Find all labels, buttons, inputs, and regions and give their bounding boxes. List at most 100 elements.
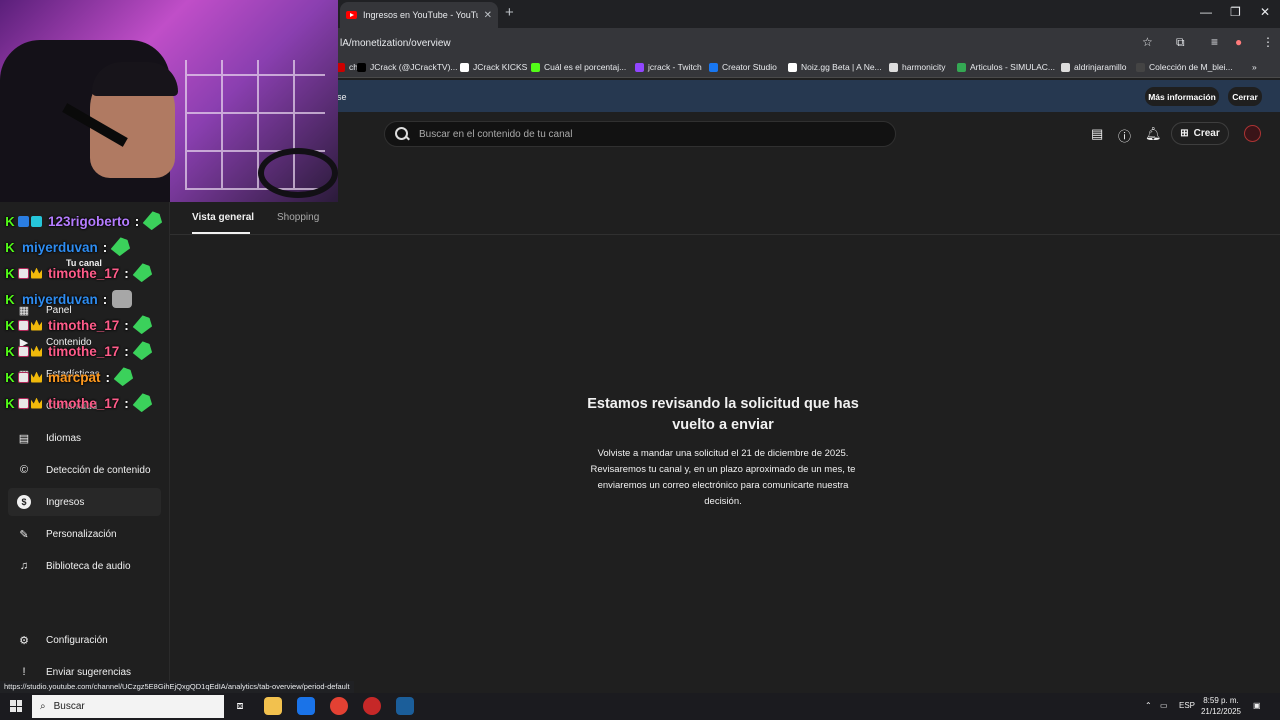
tab-overview[interactable]: Vista general xyxy=(192,212,254,223)
webcam-overlay xyxy=(0,0,338,202)
chat-username: timothe_17 xyxy=(48,265,120,281)
address-bar[interactable]: lA/monetization/overview xyxy=(340,38,451,49)
youtube-favicon-icon xyxy=(346,11,357,19)
taskbar-search-label: Buscar xyxy=(53,701,85,712)
create-button[interactable]: ⊞ Crear xyxy=(1171,122,1229,145)
bookmark-favicon-icon xyxy=(1136,62,1145,72)
chat-separator: : xyxy=(124,343,129,359)
kick-badge-icon: K xyxy=(5,395,15,411)
tray-display-icon[interactable]: ▭ xyxy=(1160,701,1168,710)
content-tabs xyxy=(170,200,1280,235)
chat-message: Kmiyerduvan: xyxy=(4,236,130,258)
browser-menu-icon[interactable]: ⋮ xyxy=(1262,35,1274,49)
clock-date: 21/12/2025 xyxy=(1200,707,1242,716)
bookmark-label: Articulos - SIMULAC... xyxy=(970,62,1056,72)
chat-separator: : xyxy=(105,369,111,385)
kick-badge-icon: K xyxy=(5,291,15,307)
file-explorer-icon[interactable] xyxy=(264,697,282,715)
bookmark-item[interactable]: Creator Studio xyxy=(709,62,777,72)
sidebar-item[interactable]: ▤ Idiomas xyxy=(8,424,161,452)
bookmark-label: Creator Studio xyxy=(722,62,777,72)
bookmark-item[interactable]: JCrack KICKS xyxy=(460,62,527,72)
browser-tab[interactable]: Ingresos en YouTube - YouTube ✕ xyxy=(340,2,498,28)
tab-title: Ingresos en YouTube - YouTube xyxy=(363,10,478,20)
minimize-icon[interactable]: — xyxy=(1200,5,1212,19)
sidebar-item-label: Configuración xyxy=(46,634,108,646)
dollar-icon: $ xyxy=(17,495,31,509)
gear-icon: ⚙ xyxy=(19,634,29,647)
tray-chevron-icon[interactable]: ⌃ xyxy=(1145,701,1152,710)
chat-badge-icon xyxy=(18,345,29,357)
feedback-icon: ! xyxy=(22,666,26,678)
task-view-icon[interactable]: ⧈ xyxy=(231,697,249,715)
info-bar-text: se xyxy=(337,92,347,102)
bookmark-item[interactable]: Colección de M_blei... xyxy=(1136,62,1233,72)
chat-message: Ktimothe_17: xyxy=(4,392,152,414)
taskbar-clock[interactable]: 8:59 p. m. 21/12/2025 xyxy=(1196,695,1246,717)
crown-badge-icon xyxy=(31,319,42,331)
subtitles-header-icon[interactable]: ▤ xyxy=(1091,126,1103,142)
bookmark-item[interactable]: ch xyxy=(336,62,358,72)
help-icon[interactable]: ⓘ xyxy=(1118,126,1131,145)
windows-start-icon[interactable] xyxy=(10,700,22,712)
sidebar-item-label: Ingresos xyxy=(46,496,85,508)
kick-badge-icon: K xyxy=(5,343,15,359)
extensions-icon[interactable]: ⧉ xyxy=(1176,35,1185,50)
notifications-icon[interactable]: ▣ xyxy=(1253,701,1261,710)
bookmark-item[interactable]: jcrack - Twitch xyxy=(635,62,702,72)
outlook-icon[interactable] xyxy=(297,697,315,715)
chat-separator: : xyxy=(102,291,108,307)
taskbar-search[interactable]: ⌕ Buscar xyxy=(32,695,224,718)
notifications-bell-icon[interactable]: 🔔︎ xyxy=(1145,126,1162,142)
bookmark-favicon-icon xyxy=(460,62,469,72)
media-control-icon[interactable]: ≡ xyxy=(1211,35,1218,49)
bookmark-label: jcrack - Twitch xyxy=(648,62,702,72)
new-tab-icon[interactable]: + xyxy=(505,4,514,21)
profile-icon[interactable]: ● xyxy=(1235,35,1242,49)
obs-icon[interactable] xyxy=(363,697,381,715)
bookmark-item[interactable]: Cuál es el porcentaj... xyxy=(531,62,626,72)
bookmark-item[interactable]: aldrinjaramillo xyxy=(1061,62,1126,72)
info-close-button[interactable]: Cerrar xyxy=(1228,87,1262,106)
kick-badge-icon: K xyxy=(5,239,15,255)
bookmark-item[interactable]: harmonicity xyxy=(889,62,945,72)
sidebar-item[interactable]: ⚙ Configuración xyxy=(8,626,161,654)
pickle-emote-icon xyxy=(110,235,133,258)
sidebar-item[interactable]: ✎ Personalización xyxy=(8,520,161,548)
chat-separator: : xyxy=(124,317,129,333)
chat-message: Kmiyerduvan: xyxy=(4,288,133,310)
search-input[interactable]: Buscar en el contenido de tu canal xyxy=(419,129,572,140)
sidebar-item-label: Detección de contenido xyxy=(46,464,151,476)
window-close-icon[interactable]: ✕ xyxy=(1260,5,1270,19)
review-body: Volviste a mandar una solicitud el 21 de… xyxy=(590,448,856,507)
chat-username: marcpat xyxy=(48,369,101,385)
bookmark-item[interactable]: Noiz.gg Beta | A Ne... xyxy=(788,62,882,72)
chat-username: timothe_17 xyxy=(48,395,120,411)
sidebar-item[interactable]: ♫ Biblioteca de audio xyxy=(8,552,161,580)
pickle-emote-icon xyxy=(112,365,135,388)
chat-message: Ktimothe_17: xyxy=(4,314,152,336)
chat-badge-icon xyxy=(18,397,29,409)
restore-icon[interactable]: ❐ xyxy=(1230,5,1241,19)
bookmark-item[interactable]: JCrack (@JCrackTV)... xyxy=(357,62,458,72)
more-info-button[interactable]: Más información xyxy=(1145,87,1219,106)
pickle-emote-icon xyxy=(131,261,154,284)
bookmark-favicon-icon xyxy=(889,62,898,72)
chrome-icon[interactable] xyxy=(330,697,348,715)
steam-icon[interactable] xyxy=(396,697,414,715)
crown-badge-icon xyxy=(31,371,42,383)
more-bookmarks-icon[interactable]: » xyxy=(1252,62,1257,72)
create-video-icon: ⊞ xyxy=(1180,128,1189,139)
bookmark-item[interactable]: Articulos - SIMULAC... xyxy=(957,62,1055,72)
sidebar-item[interactable]: © Detección de contenido xyxy=(8,456,161,484)
tab-close-icon[interactable]: ✕ xyxy=(484,10,492,21)
chat-separator: : xyxy=(102,239,108,255)
bookmark-star-icon[interactable]: ☆ xyxy=(1142,35,1153,49)
channel-search[interactable]: Buscar en el contenido de tu canal xyxy=(384,121,896,147)
language-indicator[interactable]: ESP xyxy=(1179,701,1195,710)
account-avatar[interactable] xyxy=(1244,125,1261,142)
kick-badge-icon: K xyxy=(5,317,15,333)
sidebar-item[interactable]: $ Ingresos xyxy=(8,488,161,516)
tab-shopping[interactable]: Shopping xyxy=(277,212,319,223)
bookmark-favicon-icon xyxy=(788,62,797,72)
